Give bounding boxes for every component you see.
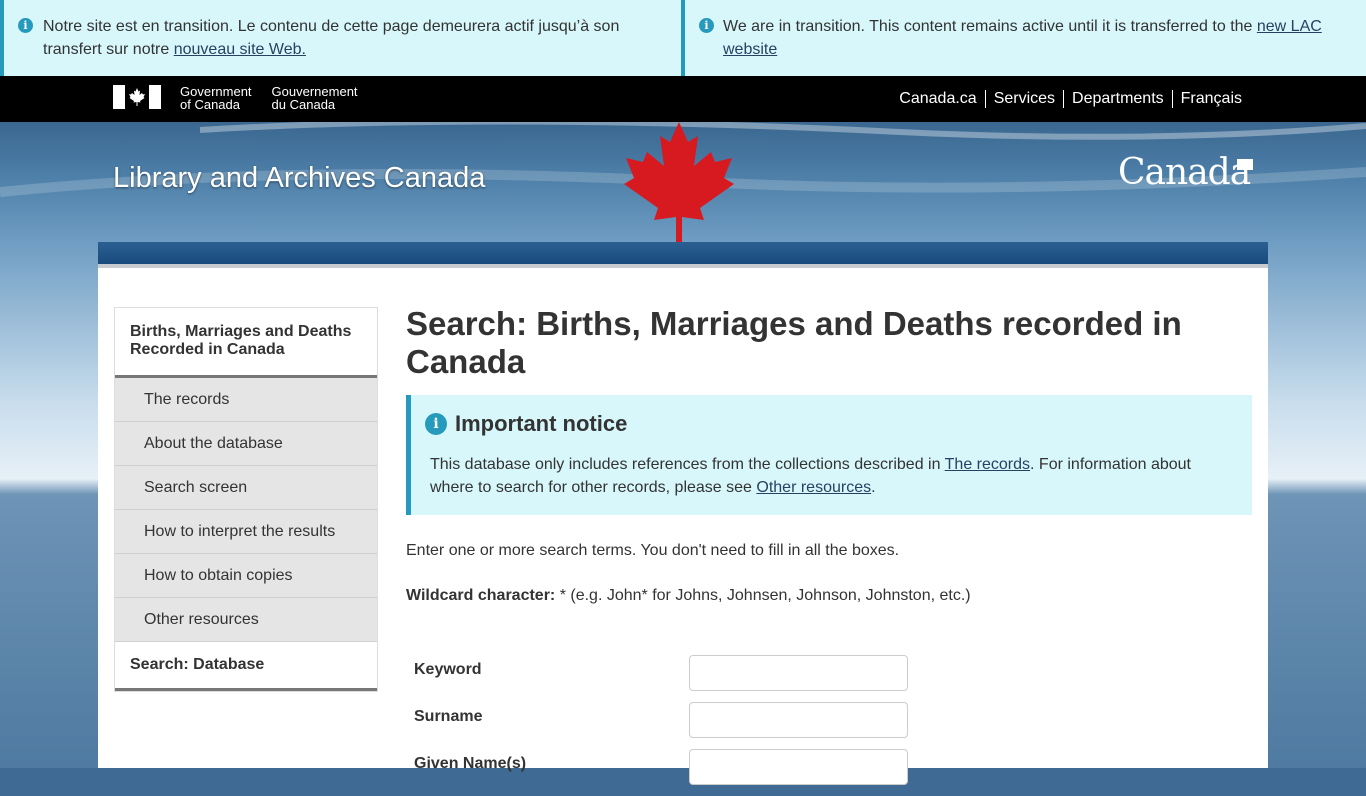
site-title[interactable]: Library and Archives Canada (113, 162, 485, 195)
government-of-canada-signature[interactable]: Government of Canada Gouvernement du Canad… (113, 85, 378, 111)
sidebar-item-obtain-copies[interactable]: How to obtain copies (115, 554, 377, 598)
other-resources-link[interactable]: Other resources (756, 479, 871, 496)
transition-notice-fr: i Notre site est en transition. Le conte… (0, 0, 683, 76)
search-instructions: Enter one or more search terms. You don'… (406, 542, 900, 559)
keyword-label: Keyword (414, 661, 482, 678)
transition-banner: i Notre site est en transition. Le conte… (0, 0, 1366, 76)
sidebar-item-search-screen[interactable]: Search screen (115, 466, 377, 510)
sidebar-item-about-database[interactable]: About the database (115, 422, 377, 466)
federal-identity-bar: Government of Canada Gouvernement du Canad… (0, 76, 1366, 122)
services-link[interactable]: Services (984, 90, 1063, 108)
wildcard-note: Wildcard character: * (e.g. John* for Jo… (406, 584, 1252, 607)
form-row-surname: Surname (406, 702, 1252, 749)
main-content: Search: Births, Marriages and Deaths rec… (406, 305, 1252, 796)
new-website-link-fr[interactable]: nouveau site Web. (174, 41, 306, 58)
sidebar-item-other-resources[interactable]: Other resources (115, 598, 377, 642)
wildcard-label: Wildcard character: (406, 587, 556, 604)
surname-label: Surname (414, 708, 483, 725)
the-records-link[interactable]: The records (945, 456, 1030, 473)
background-decoration-left (0, 242, 100, 768)
notice-heading-text: Important notice (455, 411, 628, 436)
canada-ca-link[interactable]: Canada.ca (891, 90, 984, 108)
sidebar-item-interpret-results[interactable]: How to interpret the results (115, 510, 377, 554)
departments-link[interactable]: Departments (1063, 90, 1172, 108)
transition-text-en: We are in transition. This content remai… (723, 18, 1257, 35)
maple-leaf-icon (624, 122, 734, 242)
form-row-given-names: Given Name(s) (406, 749, 1252, 796)
info-icon: i (699, 18, 714, 33)
language-toggle-link[interactable]: Français (1171, 90, 1250, 108)
transition-text-fr: Notre site est en transition. Le contenu… (43, 18, 620, 58)
transition-notice-en: i We are in transition. This content rem… (683, 0, 1366, 76)
sidebar-item-the-records[interactable]: The records (115, 378, 377, 422)
info-icon: i (425, 413, 447, 435)
form-row-keyword: Keyword (406, 655, 1252, 702)
surname-input[interactable] (689, 702, 908, 738)
wildcard-text: * (e.g. John* for Johns, Johnsen, Johnso… (555, 587, 971, 604)
info-icon: i (18, 18, 33, 33)
sidebar-section-title[interactable]: Births, Marriages and Deaths Recorded in… (115, 308, 377, 378)
notice-text: This database only includes references f… (430, 456, 1191, 496)
search-form: Keyword Surname Given Name(s) (406, 655, 1252, 796)
fip-nav: Canada.ca Services Departments Français (891, 90, 1250, 108)
keyword-input[interactable] (689, 655, 908, 691)
government-of-canada-text: Government of Canada (180, 84, 252, 112)
page-title: Search: Births, Marriages and Deaths rec… (406, 305, 1182, 380)
notice-heading: i Important notice (425, 409, 1236, 439)
section-sidebar-nav: Births, Marriages and Deaths Recorded in… (114, 307, 378, 692)
content-container: Births, Marriages and Deaths Recorded in… (98, 242, 1268, 785)
given-names-input[interactable] (689, 749, 908, 785)
sidebar-item-search-database[interactable]: Search: Database (115, 642, 377, 691)
wordmark-flag-icon (1237, 159, 1253, 170)
important-notice-alert: i Important notice This database only in… (406, 395, 1252, 515)
site-header: Library and Archives Canada Canada (0, 122, 1366, 242)
given-names-label: Given Name(s) (414, 755, 527, 772)
background-decoration-right (1266, 242, 1366, 768)
header-divider-strip (98, 242, 1268, 268)
gouvernement-du-canada-text: Gouvernement du Canada (271, 84, 358, 112)
canada-flag-icon (113, 85, 161, 109)
canada-wordmark: Canada (1118, 152, 1253, 193)
